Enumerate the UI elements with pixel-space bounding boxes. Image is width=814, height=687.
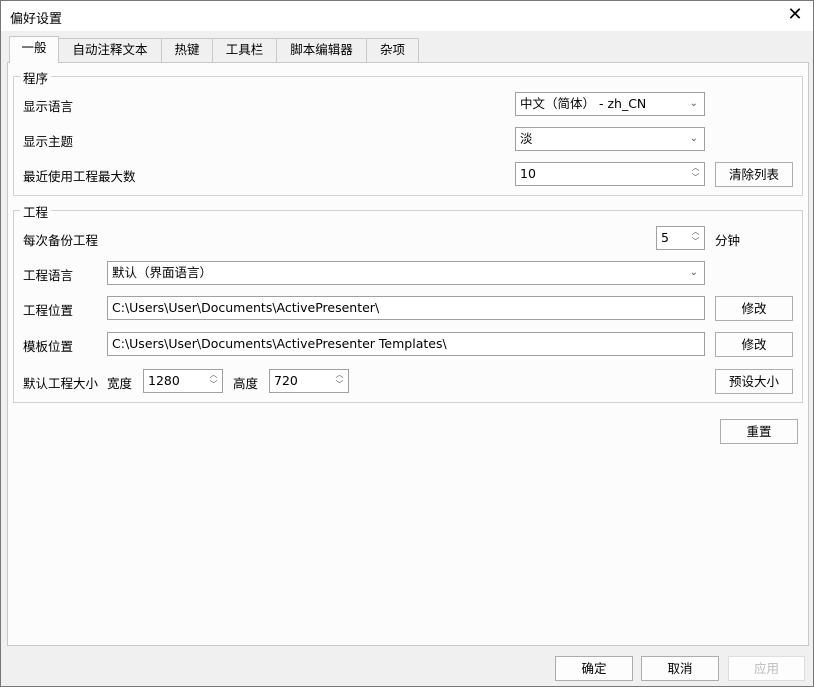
display-theme-select[interactable]: 淡 ⌄ [515, 127, 705, 151]
chevron-down-icon: ⌄ [689, 98, 698, 109]
spin-arrows-icon[interactable]: ︿ ﹀ [209, 370, 218, 390]
tab-toolbar[interactable]: 工具栏 [212, 38, 277, 62]
backup-unit: 分钟 [715, 233, 741, 248]
spinner-value: 720 [274, 373, 298, 388]
width-spinner[interactable]: 1280 ︿ ﹀ [143, 369, 223, 393]
ok-button[interactable]: 确定 [555, 656, 633, 681]
cancel-button[interactable]: 取消 [641, 656, 719, 681]
tab-script-editor[interactable]: 脚本编辑器 [276, 38, 367, 62]
project-language-select[interactable]: 默认（界面语言） ⌄ [107, 261, 705, 285]
spin-arrows-icon[interactable]: ︿ ﹀ [335, 370, 344, 390]
display-language-label: 显示语言 [23, 99, 74, 114]
display-language-select[interactable]: 中文（简体） - zh_CN ⌄ [515, 92, 705, 116]
group-label: 工程 [20, 202, 52, 221]
tab-hotkeys[interactable]: 热键 [161, 38, 213, 62]
height-label: 高度 [233, 376, 259, 391]
change-template-button[interactable]: 修改 [715, 332, 793, 357]
reset-button[interactable]: 重置 [720, 419, 798, 444]
height-spinner[interactable]: 720 ︿ ﹀ [269, 369, 349, 393]
select-value: 中文（简体） - zh_CN [520, 96, 647, 111]
backup-spinner[interactable]: 5 ︿ ﹀ [656, 226, 705, 250]
select-value: 默认（界面语言） [112, 265, 213, 280]
project-language-label: 工程语言 [23, 268, 74, 283]
spin-arrows-icon[interactable]: ︿ ﹀ [691, 227, 700, 247]
template-location-input[interactable]: C:\Users\User\Documents\ActivePresenter … [107, 332, 705, 356]
tab-auto-annotation[interactable]: 自动注释文本 [58, 38, 162, 62]
spin-arrows-icon[interactable]: ︿ ﹀ [691, 163, 700, 183]
chevron-down-icon: ⌄ [689, 267, 698, 278]
width-label: 宽度 [107, 376, 133, 391]
recent-max-spinner[interactable]: 10 ︿ ﹀ [515, 162, 705, 186]
chevron-down-icon: ⌄ [689, 133, 698, 144]
project-location-input[interactable]: C:\Users\User\Documents\ActivePresenter\ [107, 296, 705, 320]
backup-label: 每次备份工程 [23, 233, 99, 248]
recent-max-label: 最近使用工程最大数 [23, 169, 136, 184]
clear-list-button[interactable]: 清除列表 [715, 162, 793, 187]
project-location-label: 工程位置 [23, 303, 74, 318]
display-theme-label: 显示主题 [23, 134, 74, 149]
tab-misc[interactable]: 杂项 [366, 38, 419, 62]
spinner-value: 10 [520, 166, 536, 181]
tab-general[interactable]: 一般 [9, 36, 59, 63]
window-title: 偏好设置 [10, 12, 63, 27]
default-size-label: 默认工程大小 [23, 376, 99, 391]
title-bar: 偏好设置 ✕ [1, 1, 813, 31]
spinner-value: 5 [661, 230, 669, 245]
apply-button: 应用 [728, 656, 805, 681]
group-label: 程序 [20, 68, 52, 87]
select-value: 淡 [520, 131, 533, 146]
spinner-value: 1280 [148, 373, 180, 388]
change-location-button[interactable]: 修改 [715, 296, 793, 321]
template-location-label: 模板位置 [23, 339, 74, 354]
close-icon[interactable]: ✕ [785, 4, 805, 25]
preset-size-button[interactable]: 预设大小 [715, 369, 793, 394]
